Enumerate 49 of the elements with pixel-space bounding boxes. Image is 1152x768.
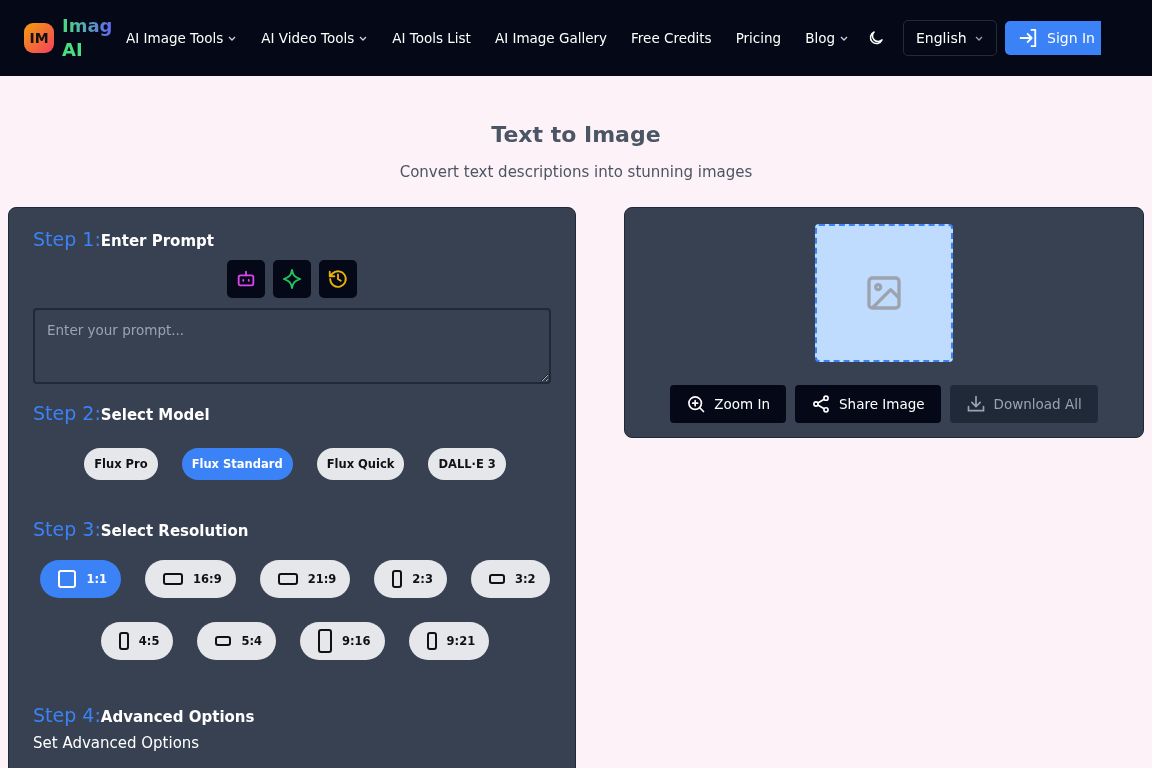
nav-link[interactable]: AI Video Tools [249,30,381,46]
action-button[interactable]: Share Image [795,385,941,423]
nav-link[interactable]: Free Credits [619,30,724,46]
step-number: Step 2: [33,402,101,424]
step-title: Select Model [100,406,210,424]
image-icon [864,273,904,313]
history-button[interactable] [319,260,357,298]
language-select[interactable]: English [903,20,997,56]
model-option[interactable]: Flux Pro [84,448,158,480]
resolution-option[interactable]: 3:2 [470,560,550,598]
resolution-option[interactable]: 16:9 [145,560,236,598]
resolution-option[interactable]: 5:4 [197,622,276,660]
logo-text[interactable]: AI [62,38,113,62]
share-icon [811,394,832,414]
nav-link[interactable]: AI Image Tools [114,30,250,46]
sparkle-icon [281,268,303,290]
zoom-in-icon [686,394,707,414]
resolution-option[interactable]: 4:5 [100,622,174,660]
page-subtitle: Convert text descriptions into stunning images [398,162,754,182]
step-title: Advanced Options [100,708,255,726]
step-number: Step 3: [33,518,101,540]
logo-mark[interactable]: IM [24,23,54,53]
sparkle-button[interactable] [273,260,311,298]
nav-link[interactable]: Blog [793,30,861,46]
moon-icon[interactable] [867,29,885,47]
resolution-option[interactable]: 2:3 [374,560,447,598]
nav-link[interactable]: AI Tools List [380,30,483,46]
download-icon [965,394,986,414]
history-icon [327,268,349,290]
sign-in-icon [1017,28,1039,48]
prompt-field[interactable]: Enter your prompt... [33,308,551,384]
robot-button[interactable] [227,260,265,298]
sign-in-button[interactable]: Sign In [1005,21,1101,55]
step-title: Enter Prompt [100,232,214,250]
page-title: Text to Image [490,121,662,149]
model-option[interactable]: Flux Standard [181,448,293,480]
resolution-option[interactable]: 21:9 [259,560,351,598]
nav-link[interactable]: Pricing [723,30,794,46]
resolution-option[interactable]: 9:16 [300,622,385,660]
resolution-option[interactable]: 9:21 [408,622,490,660]
model-option[interactable]: DALL·E 3 [428,448,506,480]
model-option[interactable]: Flux Quick [316,448,405,480]
step-title: Select Resolution [100,522,249,540]
step-number: Step 1: [33,228,101,250]
advanced-options-label[interactable]: Set Advanced Options [33,734,551,752]
action-button[interactable]: Zoom In [670,385,787,423]
step-number: Step 4: [33,704,101,726]
resolution-option[interactable]: 1:1 [40,560,122,598]
nav-link[interactable]: AI Image Gallery [482,30,620,46]
